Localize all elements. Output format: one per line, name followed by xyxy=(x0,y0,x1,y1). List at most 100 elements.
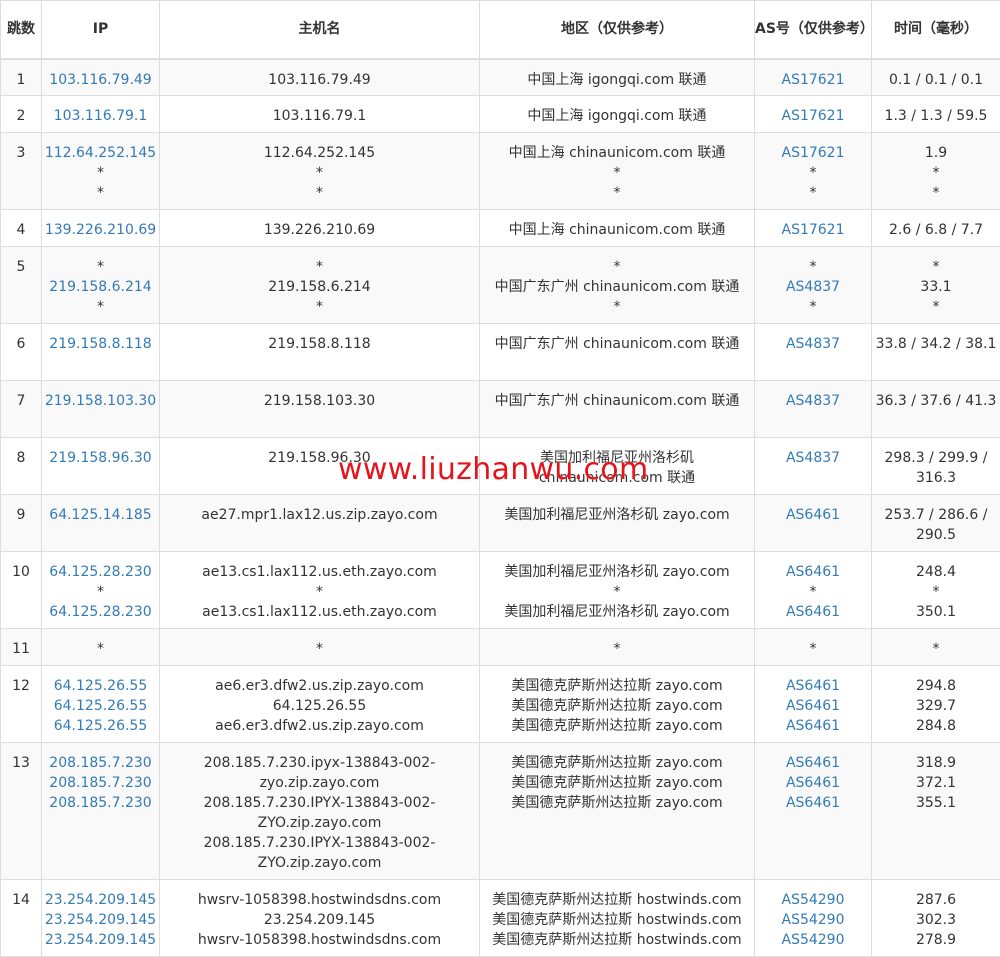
as-link[interactable]: AS4837 xyxy=(755,277,871,297)
as-link[interactable]: AS6461 xyxy=(755,773,871,793)
time-text: 372.1 xyxy=(872,773,1000,793)
time-text: 1.9 xyxy=(872,143,1000,163)
time-text: 33.8 / 34.2 / 38.1 xyxy=(872,334,1000,354)
as-link[interactable]: AS4837 xyxy=(755,448,871,468)
region-text: 美国加利福尼亚州洛杉矶 zayo.com xyxy=(480,562,754,582)
table-body: 1103.116.79.49103.116.79.49中国上海 igongqi.… xyxy=(1,59,1000,957)
hostname-cell: 139.226.210.69 xyxy=(160,210,480,247)
time-cell: 298.3 / 299.9 / 316.3 xyxy=(872,438,1000,495)
no-response-marker: * xyxy=(872,639,1000,659)
as-cell: AS6461AS6461AS6461 xyxy=(755,666,872,743)
ip-link[interactable]: 64.125.26.55 xyxy=(42,716,159,736)
header-hop: 跳数 xyxy=(1,1,42,59)
region-cell: 中国广东广州 chinaunicom.com 联通 xyxy=(480,381,755,438)
hostname-text: 208.185.7.230.ipyx-138843-002-zyo.zip.za… xyxy=(160,753,479,793)
as-link[interactable]: AS54290 xyxy=(755,910,871,930)
hop-number: 3 xyxy=(1,143,41,163)
time-text: 284.8 xyxy=(872,716,1000,736)
ip-link[interactable]: 64.125.14.185 xyxy=(42,505,159,525)
ip-cell: 103.116.79.49 xyxy=(42,59,160,96)
ip-link[interactable]: 219.158.6.214 xyxy=(42,277,159,297)
table-row: 1423.254.209.14523.254.209.14523.254.209… xyxy=(1,880,1000,957)
region-cell: 美国加利福尼亚州洛杉矶 zayo.com*美国加利福尼亚州洛杉矶 zayo.co… xyxy=(480,552,755,629)
hop-number: 6 xyxy=(1,334,41,354)
as-link[interactable]: AS4837 xyxy=(755,391,871,411)
ip-link[interactable]: 219.158.96.30 xyxy=(42,448,159,468)
as-link[interactable]: AS54290 xyxy=(755,930,871,950)
as-cell: AS17621** xyxy=(755,133,872,210)
region-text: 中国广东广州 chinaunicom.com 联通 xyxy=(480,334,754,354)
region-cell: 美国德克萨斯州达拉斯 zayo.com美国德克萨斯州达拉斯 zayo.com美国… xyxy=(480,666,755,743)
header-time: 时间（毫秒） xyxy=(872,1,1000,59)
time-text: 33.1 xyxy=(872,277,1000,297)
time-text: 248.4 xyxy=(872,562,1000,582)
region-text: 美国德克萨斯州达拉斯 zayo.com xyxy=(480,753,754,773)
ip-link[interactable]: 64.125.26.55 xyxy=(42,696,159,716)
no-response-marker: * xyxy=(160,639,479,659)
ip-link[interactable]: 139.226.210.69 xyxy=(42,220,159,240)
table-row: 13208.185.7.230208.185.7.230208.185.7.23… xyxy=(1,743,1000,880)
as-link[interactable]: AS6461 xyxy=(755,602,871,622)
no-response-marker: * xyxy=(160,582,479,602)
hostname-text: ae27.mpr1.lax12.us.zip.zayo.com xyxy=(160,505,479,525)
hostname-cell: ae13.cs1.lax112.us.eth.zayo.com*ae13.cs1… xyxy=(160,552,480,629)
region-text: 美国德克萨斯州达拉斯 zayo.com xyxy=(480,773,754,793)
time-cell: 36.3 / 37.6 / 41.3 xyxy=(872,381,1000,438)
header-hostname: 主机名 xyxy=(160,1,480,59)
no-response-marker: * xyxy=(42,183,159,203)
as-cell: AS17621 xyxy=(755,96,872,133)
ip-link[interactable]: 23.254.209.145 xyxy=(42,930,159,950)
no-response-marker: * xyxy=(480,639,754,659)
ip-link[interactable]: 208.185.7.230 xyxy=(42,793,159,813)
as-link[interactable]: AS6461 xyxy=(755,753,871,773)
as-link[interactable]: AS17621 xyxy=(755,106,871,126)
as-link[interactable]: AS17621 xyxy=(755,220,871,240)
time-text: 298.3 / 299.9 / 316.3 xyxy=(872,448,1000,488)
as-link[interactable]: AS6461 xyxy=(755,562,871,582)
hostname-cell: 208.185.7.230.ipyx-138843-002-zyo.zip.za… xyxy=(160,743,480,880)
as-link[interactable]: AS6461 xyxy=(755,696,871,716)
no-response-marker: * xyxy=(42,163,159,183)
as-link[interactable]: AS17621 xyxy=(755,70,871,90)
ip-cell: * xyxy=(42,629,160,666)
hop-cell: 11 xyxy=(1,629,42,666)
traceroute-table: 跳数 IP 主机名 地区（仅供参考） AS号（仅供参考） 时间（毫秒） 1103… xyxy=(0,0,1000,957)
region-cell: 中国上海 igongqi.com 联通 xyxy=(480,59,755,96)
as-link[interactable]: AS6461 xyxy=(755,676,871,696)
no-response-marker: * xyxy=(872,183,1000,203)
ip-link[interactable]: 103.116.79.1 xyxy=(42,106,159,126)
ip-link[interactable]: 23.254.209.145 xyxy=(42,910,159,930)
ip-link[interactable]: 64.125.28.230 xyxy=(42,562,159,582)
as-link[interactable]: AS4837 xyxy=(755,334,871,354)
ip-link[interactable]: 219.158.8.118 xyxy=(42,334,159,354)
ip-link[interactable]: 64.125.28.230 xyxy=(42,602,159,622)
ip-link[interactable]: 64.125.26.55 xyxy=(42,676,159,696)
hop-number: 11 xyxy=(1,639,41,659)
hop-number: 13 xyxy=(1,753,41,773)
ip-link[interactable]: 103.116.79.49 xyxy=(42,70,159,90)
hop-cell: 7 xyxy=(1,381,42,438)
table-row: 7219.158.103.30219.158.103.30中国广东广州 chin… xyxy=(1,381,1000,438)
hop-cell: 5 xyxy=(1,247,42,324)
region-cell: *中国广东广州 chinaunicom.com 联通* xyxy=(480,247,755,324)
as-link[interactable]: AS54290 xyxy=(755,890,871,910)
ip-link[interactable]: 23.254.209.145 xyxy=(42,890,159,910)
as-link[interactable]: AS17621 xyxy=(755,143,871,163)
time-cell: 318.9372.1355.1 xyxy=(872,743,1000,880)
as-link[interactable]: AS6461 xyxy=(755,505,871,525)
hostname-cell: 112.64.252.145** xyxy=(160,133,480,210)
ip-link[interactable]: 112.64.252.145 xyxy=(42,143,159,163)
no-response-marker: * xyxy=(755,257,871,277)
as-link[interactable]: AS6461 xyxy=(755,793,871,813)
ip-link[interactable]: 208.185.7.230 xyxy=(42,773,159,793)
hostname-cell: hwsrv-1058398.hostwindsdns.com23.254.209… xyxy=(160,880,480,957)
ip-link[interactable]: 208.185.7.230 xyxy=(42,753,159,773)
as-cell: * xyxy=(755,629,872,666)
ip-cell: 64.125.26.5564.125.26.5564.125.26.55 xyxy=(42,666,160,743)
as-link[interactable]: AS6461 xyxy=(755,716,871,736)
ip-link[interactable]: 219.158.103.30 xyxy=(42,391,159,411)
region-text: 美国德克萨斯州达拉斯 hostwinds.com xyxy=(480,890,754,910)
ip-cell: 219.158.103.30 xyxy=(42,381,160,438)
hostname-cell: ae27.mpr1.lax12.us.zip.zayo.com xyxy=(160,495,480,552)
hostname-text: 208.185.7.230.IPYX-138843-002-ZYO.zip.za… xyxy=(160,833,479,873)
